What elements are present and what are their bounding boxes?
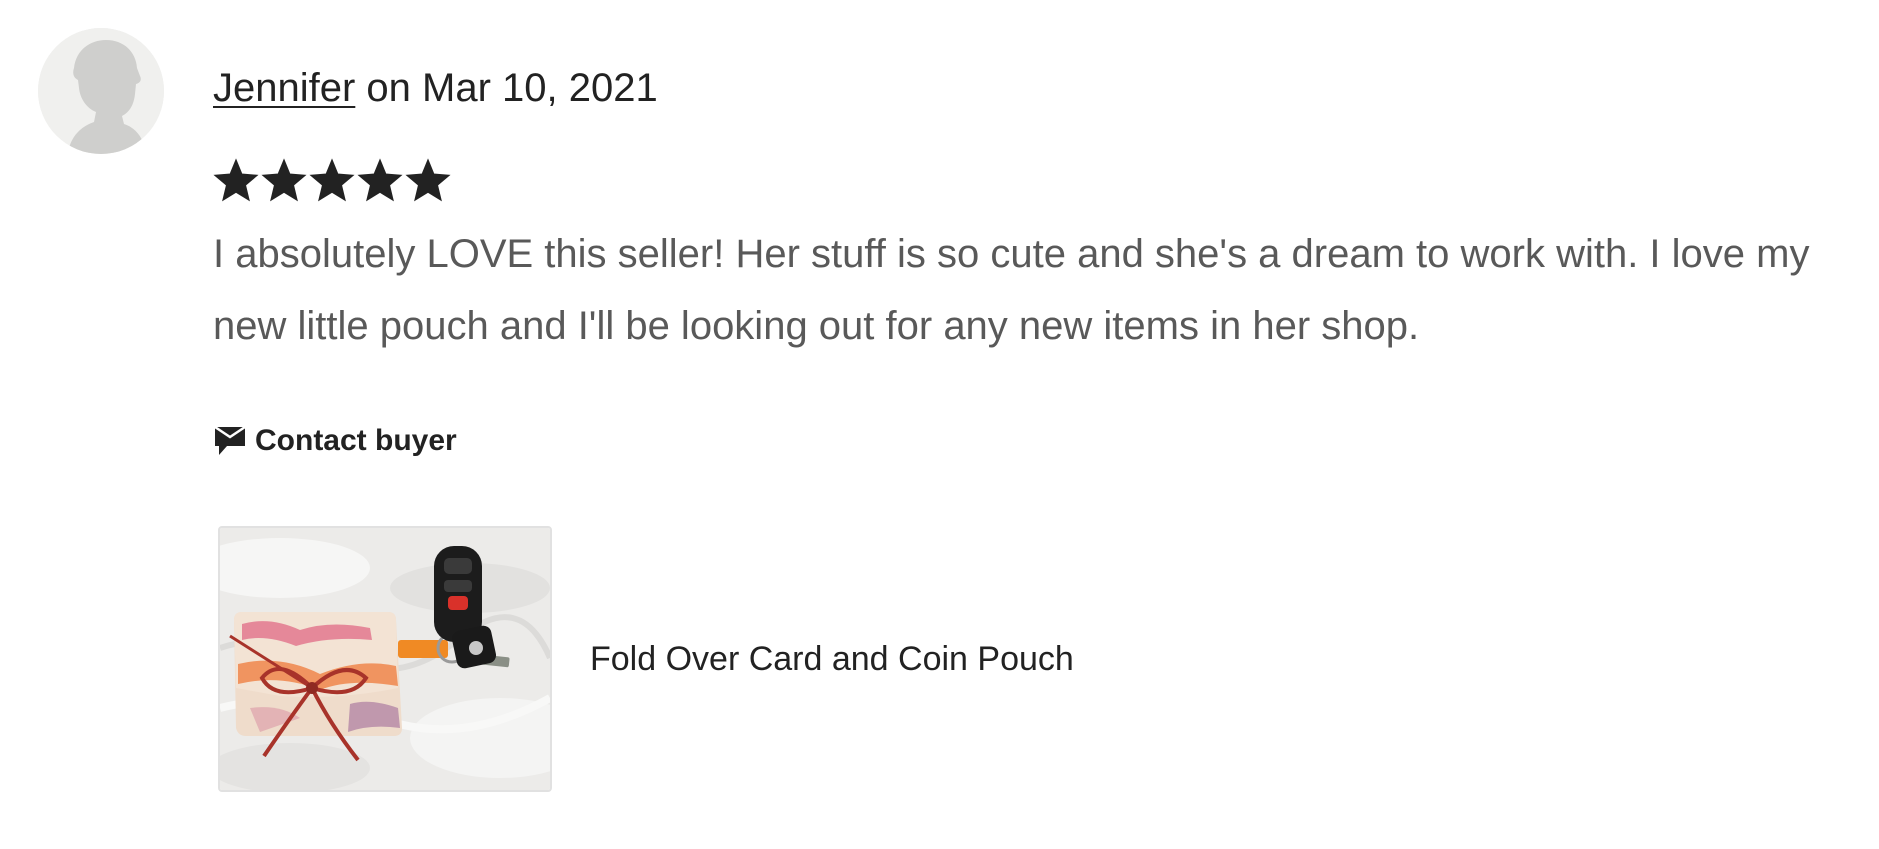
listing-photo [220, 528, 550, 790]
reviewer-name-link[interactable]: Jennifer [213, 66, 355, 110]
contact-buyer-button[interactable]: Contact buyer [213, 424, 457, 458]
default-user-icon [38, 28, 164, 154]
star-filled-icon [309, 158, 355, 202]
review-date: on Mar 10, 2021 [355, 66, 658, 110]
star-filled-icon [357, 158, 403, 202]
star-filled-icon [405, 158, 451, 202]
review-byline: Jennifer on Mar 10, 2021 [213, 62, 658, 114]
purchased-listing[interactable]: Fold Over Card and Coin Pouch [218, 526, 1074, 792]
star-filled-icon [261, 158, 307, 202]
star-rating [213, 158, 451, 210]
star-filled-icon [213, 158, 259, 202]
review-card: Jennifer on Mar 10, 2021 I absolutely LO… [0, 0, 1879, 849]
listing-title[interactable]: Fold Over Card and Coin Pouch [590, 640, 1074, 679]
review-text: I absolutely LOVE this seller! Her stuff… [213, 232, 1810, 348]
reviewer-avatar[interactable] [38, 28, 164, 154]
message-icon [214, 425, 246, 455]
contact-buyer-label: Contact buyer [255, 424, 457, 457]
listing-thumbnail[interactable] [218, 526, 552, 792]
